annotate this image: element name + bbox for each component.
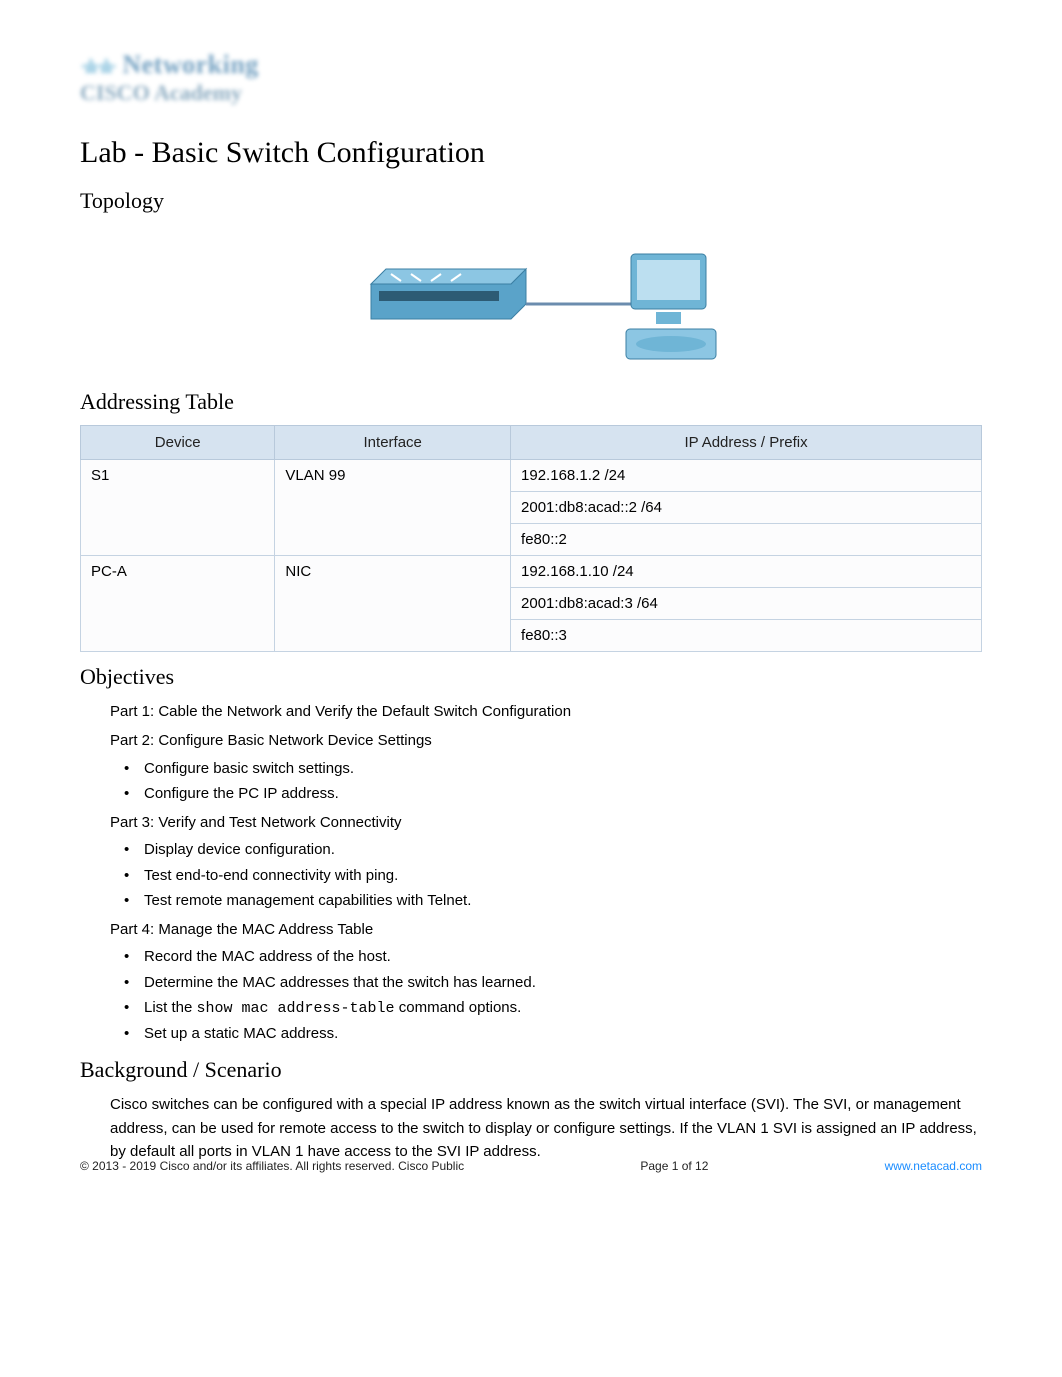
- obj-part3: Part 3: Verify and Test Network Connecti…: [110, 811, 982, 834]
- list-item: List the show mac address-table command …: [124, 996, 982, 1020]
- obj-part1: Part 1: Cable the Network and Verify the…: [110, 700, 982, 723]
- list-item: Configure basic switch settings.: [124, 757, 982, 780]
- page-title: Lab - Basic Switch Configuration: [80, 136, 982, 170]
- list-item: Test remote management capabilities with…: [124, 889, 982, 912]
- cisco-bars-icon: ·ılı·ılı·: [80, 56, 115, 78]
- background-body: Cisco switches can be configured with a …: [80, 1093, 982, 1163]
- th-ip: IP Address / Prefix: [511, 426, 982, 460]
- cell-addr: 2001:db8:acad::2 /64: [511, 492, 982, 524]
- obj-part4-list: Record the MAC address of the host. Dete…: [110, 945, 982, 1045]
- footer-copyright: © 2013 - 2019 Cisco and/or its affiliate…: [80, 1159, 464, 1173]
- list-item: Test end-to-end connectivity with ping.: [124, 864, 982, 887]
- cell-iface: NIC: [275, 556, 511, 652]
- page-footer: © 2013 - 2019 Cisco and/or its affiliate…: [80, 1159, 982, 1173]
- list-item: Configure the PC IP address.: [124, 782, 982, 805]
- list-item: Determine the MAC addresses that the swi…: [124, 971, 982, 994]
- th-device: Device: [81, 426, 275, 460]
- topology-diagram: [80, 224, 982, 369]
- background-paragraph: Cisco switches can be configured with a …: [110, 1093, 982, 1163]
- th-interface: Interface: [275, 426, 511, 460]
- footer-page-number: Page 1 of 12: [640, 1159, 708, 1173]
- cell-addr: fe80::2: [511, 524, 982, 556]
- addressing-table: Device Interface IP Address / Prefix S1 …: [80, 425, 982, 652]
- topology-svg: [331, 224, 731, 364]
- cell-addr: 2001:db8:acad:3 /64: [511, 588, 982, 620]
- logo-cisco-text: CISCO: [80, 80, 150, 105]
- list-item-cmd: show mac address-table: [197, 1000, 395, 1017]
- table-row: PC-A NIC 192.168.1.10 /24: [81, 556, 982, 588]
- cell-device: PC-A: [81, 556, 275, 652]
- list-item-post: command options.: [395, 999, 522, 1016]
- list-item: Set up a static MAC address.: [124, 1022, 982, 1045]
- list-item: Display device configuration.: [124, 838, 982, 861]
- cell-iface: VLAN 99: [275, 460, 511, 556]
- cisco-logo: ·ılı·ılı· Networking CISCO Academy: [80, 50, 982, 106]
- section-objectives: Objectives: [80, 664, 982, 690]
- section-addressing: Addressing Table: [80, 389, 982, 415]
- obj-part2: Part 2: Configure Basic Network Device S…: [110, 729, 982, 752]
- table-row: S1 VLAN 99 192.168.1.2 /24: [81, 460, 982, 492]
- logo-academy-text: Academy: [154, 80, 242, 105]
- obj-part2-list: Configure basic switch settings. Configu…: [110, 757, 982, 806]
- footer-link[interactable]: www.netacad.com: [885, 1159, 982, 1173]
- cell-addr: 192.168.1.2 /24: [511, 460, 982, 492]
- logo-networking-text: Networking: [122, 50, 258, 79]
- cell-addr: fe80::3: [511, 620, 982, 652]
- cell-device: S1: [81, 460, 275, 556]
- section-background: Background / Scenario: [80, 1057, 982, 1083]
- obj-part4: Part 4: Manage the MAC Address Table: [110, 918, 982, 941]
- cell-addr: 192.168.1.10 /24: [511, 556, 982, 588]
- list-item: Record the MAC address of the host.: [124, 945, 982, 968]
- obj-part3-list: Display device configuration. Test end-t…: [110, 838, 982, 912]
- objectives-body: Part 1: Cable the Network and Verify the…: [80, 700, 982, 1045]
- section-topology: Topology: [80, 188, 982, 214]
- list-item-pre: List the: [144, 999, 197, 1016]
